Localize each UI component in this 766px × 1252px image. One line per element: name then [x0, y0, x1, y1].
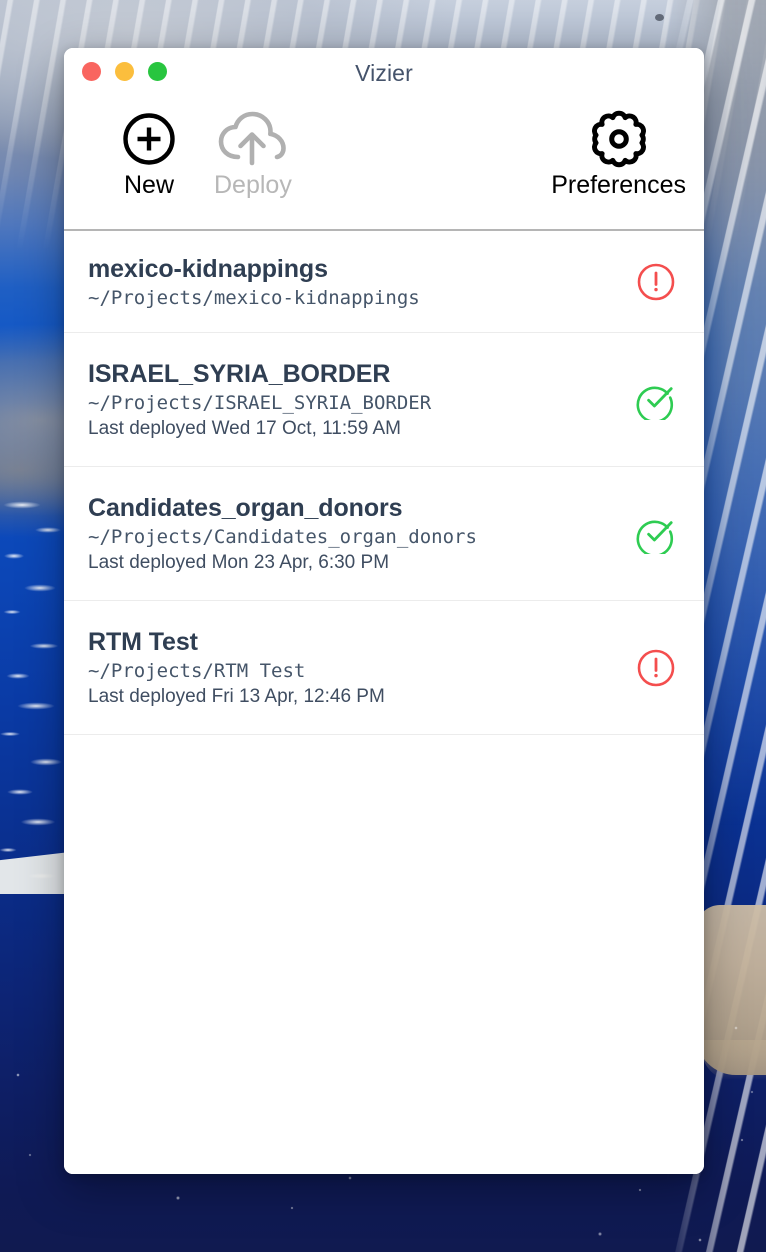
project-row[interactable]: ISRAEL_SYRIA_BORDER ~/Projects/ISRAEL_SY… [64, 333, 704, 467]
project-row[interactable]: RTM Test ~/Projects/RTM Test Last deploy… [64, 601, 704, 735]
error-circle-icon[interactable] [634, 260, 678, 304]
new-project-label: New [123, 171, 174, 199]
project-row-text: ISRAEL_SYRIA_BORDER ~/Projects/ISRAEL_SY… [88, 352, 618, 448]
gear-icon [590, 110, 648, 168]
check-circle-icon[interactable] [634, 378, 678, 422]
error-circle-icon[interactable] [634, 646, 678, 690]
new-project-button[interactable]: New [120, 110, 178, 200]
plus-circle-icon [120, 110, 178, 168]
toolbar: New Deploy Preferences [64, 100, 704, 231]
desktop-wallpaper: Vizier New Deploy Preferences mexico-kid… [0, 0, 766, 1252]
project-row-text: RTM Test ~/Projects/RTM Test Last deploy… [88, 620, 618, 716]
project-path: ~/Projects/ISRAEL_SYRIA_BORDER [88, 391, 432, 414]
project-row[interactable]: Candidates_organ_donors ~/Projects/Candi… [64, 467, 704, 601]
project-path: ~/Projects/mexico-kidnappings [88, 286, 420, 309]
cloud-upload-icon [217, 110, 289, 168]
project-name: mexico-kidnappings [88, 254, 328, 283]
project-deployed: Last deployed Wed 17 Oct, 11:59 AM [88, 417, 401, 439]
vizier-app-window: Vizier New Deploy Preferences mexico-kid… [64, 48, 704, 1174]
project-name: ISRAEL_SYRIA_BORDER [88, 359, 391, 388]
project-row[interactable]: mexico-kidnappings ~/Projects/mexico-kid… [64, 231, 704, 333]
project-path: ~/Projects/RTM Test [88, 659, 306, 682]
project-list: mexico-kidnappings ~/Projects/mexico-kid… [64, 231, 704, 1174]
titlebar[interactable]: Vizier [64, 48, 704, 100]
window-title: Vizier [355, 60, 413, 86]
project-name: RTM Test [88, 627, 198, 656]
project-row-text: Candidates_organ_donors ~/Projects/Candi… [88, 486, 618, 582]
wallpaper-dark-speck [655, 14, 664, 21]
project-path: ~/Projects/Candidates_organ_donors [88, 525, 477, 548]
preferences-label: Preferences [551, 171, 686, 199]
deploy-button[interactable]: Deploy [214, 110, 292, 200]
project-name: Candidates_organ_donors [88, 493, 403, 522]
project-deployed: Last deployed Fri 13 Apr, 12:46 PM [88, 685, 385, 707]
project-deployed: Last deployed Mon 23 Apr, 6:30 PM [88, 551, 390, 573]
project-row-text: mexico-kidnappings ~/Projects/mexico-kid… [88, 247, 618, 317]
preferences-button[interactable]: Preferences [551, 110, 686, 200]
deploy-label: Deploy [214, 171, 292, 199]
check-circle-icon[interactable] [634, 512, 678, 556]
